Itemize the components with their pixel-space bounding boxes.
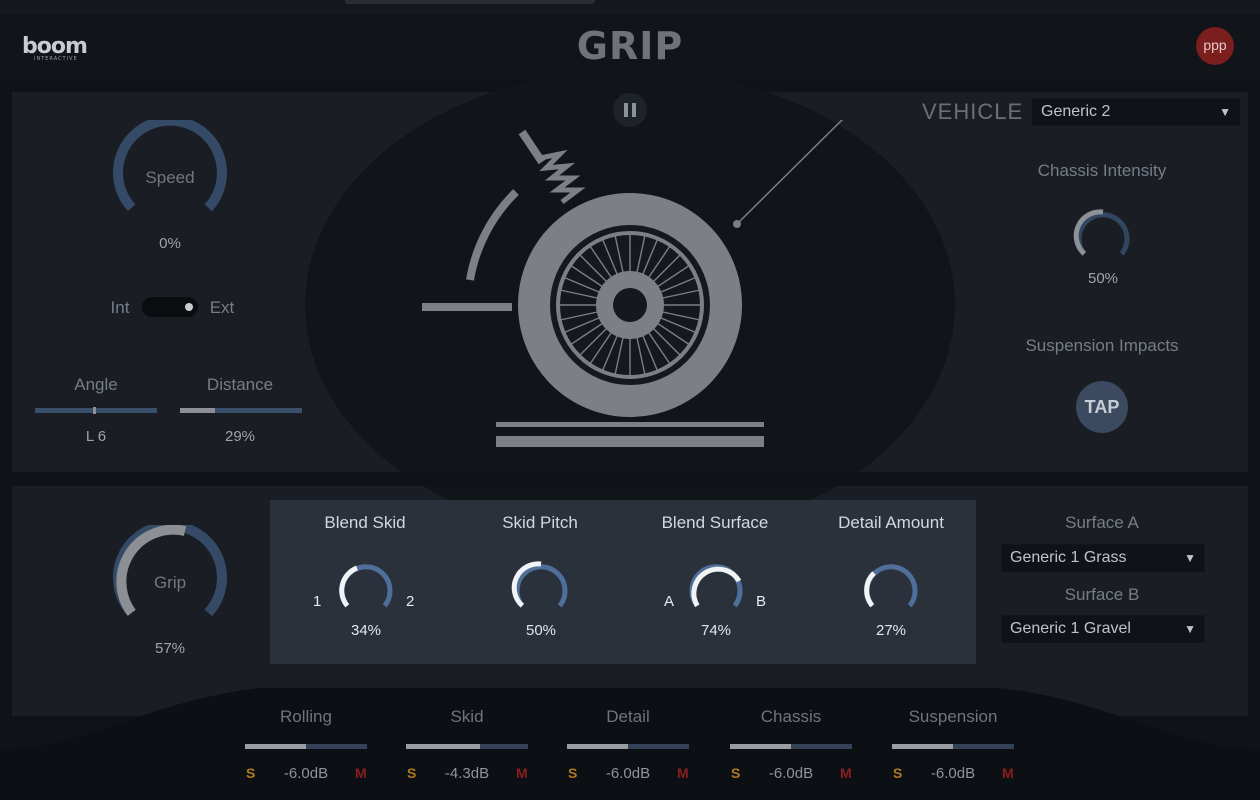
mixer-suspension-db: -6.0dB — [930, 765, 976, 782]
ppp-button[interactable]: ppp — [1196, 27, 1234, 65]
mixer-chassis-label: Chassis — [760, 707, 822, 726]
chevron-down-icon: ▼ — [1184, 622, 1196, 636]
mixer-chassis-solo-button[interactable]: S — [731, 765, 740, 781]
surface-b-dropdown[interactable]: Generic 1 Gravel ▼ — [1001, 615, 1205, 643]
mixer-suspension-fader-fill — [892, 744, 953, 749]
mixer-rolling-fader[interactable] — [245, 744, 367, 749]
blend-surface-label: Blend Surface — [661, 513, 769, 532]
blend-surface-value: 74% — [700, 622, 732, 639]
surface-a-value: Generic 1 Grass — [1010, 549, 1127, 566]
mixer-chassis-db: -6.0dB — [768, 765, 814, 782]
blend-skid-label: Blend Skid — [324, 513, 406, 532]
blend-skid-right-label: 2 — [406, 593, 415, 610]
window-notch — [345, 0, 595, 4]
blend-skid-value: 34% — [350, 622, 382, 639]
skid-pitch-value: 50% — [525, 622, 557, 639]
int-ext-toggle[interactable] — [142, 297, 198, 317]
vehicle-dropdown[interactable]: Generic 2 ▼ — [1032, 98, 1240, 126]
blend-skid-knob[interactable] — [336, 560, 396, 616]
chassis-intensity-label: Chassis Intensity — [1037, 161, 1167, 180]
mixer-detail-fader[interactable] — [567, 744, 689, 749]
mixer-background — [0, 688, 1260, 800]
toggle-ext-label: Ext — [209, 298, 235, 317]
skid-pitch-knob[interactable] — [511, 560, 571, 616]
vehicle-dropdown-value: Generic 2 — [1041, 103, 1111, 120]
chassis-intensity-value: 50% — [1087, 270, 1119, 287]
mixer-suspension-fader[interactable] — [892, 744, 1014, 749]
mixer-detail-solo-button[interactable]: S — [568, 765, 577, 781]
blend-surface-right-label: B — [756, 593, 767, 610]
speed-value: 0% — [159, 235, 181, 252]
grip-value: 57% — [154, 640, 186, 657]
mixer-suspension-solo-button[interactable]: S — [893, 765, 902, 781]
surface-b-label: Surface B — [1064, 585, 1140, 604]
mixer-skid-mute-button[interactable]: M — [516, 765, 528, 781]
blend-surface-left-label: A — [664, 593, 675, 610]
mixer-chassis-fader-fill — [730, 744, 791, 749]
blend-surface-knob[interactable] — [686, 560, 746, 616]
chevron-down-icon: ▼ — [1184, 551, 1196, 565]
mixer-rolling-mute-button[interactable]: M — [355, 765, 367, 781]
pause-button[interactable] — [613, 93, 647, 127]
grip-knob-label: Grip — [153, 573, 187, 592]
mixer-detail-fader-fill — [567, 744, 628, 749]
mixer-chassis-fader[interactable] — [730, 744, 852, 749]
mixer-rolling-fader-fill — [245, 744, 306, 749]
plugin-title: GRIP — [576, 24, 684, 68]
window-top-strip — [0, 0, 1260, 14]
detail-amount-value: 27% — [875, 622, 907, 639]
mixer-skid-fader-fill — [406, 744, 481, 749]
mixer-rolling-db: -6.0dB — [283, 765, 329, 782]
skid-pitch-label: Skid Pitch — [502, 513, 578, 532]
vehicle-label: VEHICLE — [922, 99, 1024, 124]
mixer-suspension-label: Suspension — [908, 707, 998, 726]
mixer-detail-db: -6.0dB — [605, 765, 651, 782]
suspension-impacts-label: Suspension Impacts — [1025, 336, 1179, 355]
mixer-skid-db: -4.3dB — [444, 765, 490, 782]
angle-slider[interactable] — [35, 407, 157, 414]
mixer-detail-label: Detail — [606, 707, 650, 726]
mixer-skid-solo-button[interactable]: S — [407, 765, 416, 781]
blend-skid-left-label: 1 — [313, 593, 322, 610]
angle-value: L 6 — [85, 428, 107, 445]
mixer-skid-fader[interactable] — [406, 744, 528, 749]
surface-a-dropdown[interactable]: Generic 1 Grass ▼ — [1001, 544, 1205, 572]
distance-slider[interactable] — [180, 408, 302, 413]
toggle-knob — [185, 303, 193, 311]
wheel-suspension-illustration — [422, 120, 844, 447]
mixer-rolling-solo-button[interactable]: S — [246, 765, 255, 781]
distance-slider-fill — [180, 408, 216, 413]
panel-divider — [12, 472, 1248, 486]
tap-button[interactable]: TAP — [1076, 381, 1128, 433]
surface-b-value: Generic 1 Gravel — [1010, 620, 1131, 637]
distance-value: 29% — [224, 428, 256, 445]
mixer-rolling-label: Rolling — [280, 707, 332, 726]
chassis-intensity-knob[interactable] — [1073, 208, 1133, 264]
mixer-skid-label: Skid — [450, 707, 484, 726]
distance-label: Distance — [206, 375, 274, 394]
speed-knob-label: Speed — [145, 168, 195, 187]
angle-label: Angle — [74, 375, 118, 394]
brand-logo: boom INTERACTIVE — [22, 34, 88, 62]
angle-slider-handle[interactable] — [93, 407, 96, 414]
mixer-detail-mute-button[interactable]: M — [677, 765, 689, 781]
surface-a-label: Surface A — [1065, 513, 1139, 532]
detail-amount-knob[interactable] — [861, 560, 921, 616]
logo-subtext: INTERACTIVE — [34, 56, 78, 62]
detail-amount-label: Detail Amount — [838, 513, 944, 532]
chevron-down-icon: ▼ — [1219, 105, 1231, 119]
mixer-chassis-mute-button[interactable]: M — [840, 765, 852, 781]
toggle-int-label: Int — [110, 298, 130, 317]
mixer-suspension-mute-button[interactable]: M — [1002, 765, 1014, 781]
